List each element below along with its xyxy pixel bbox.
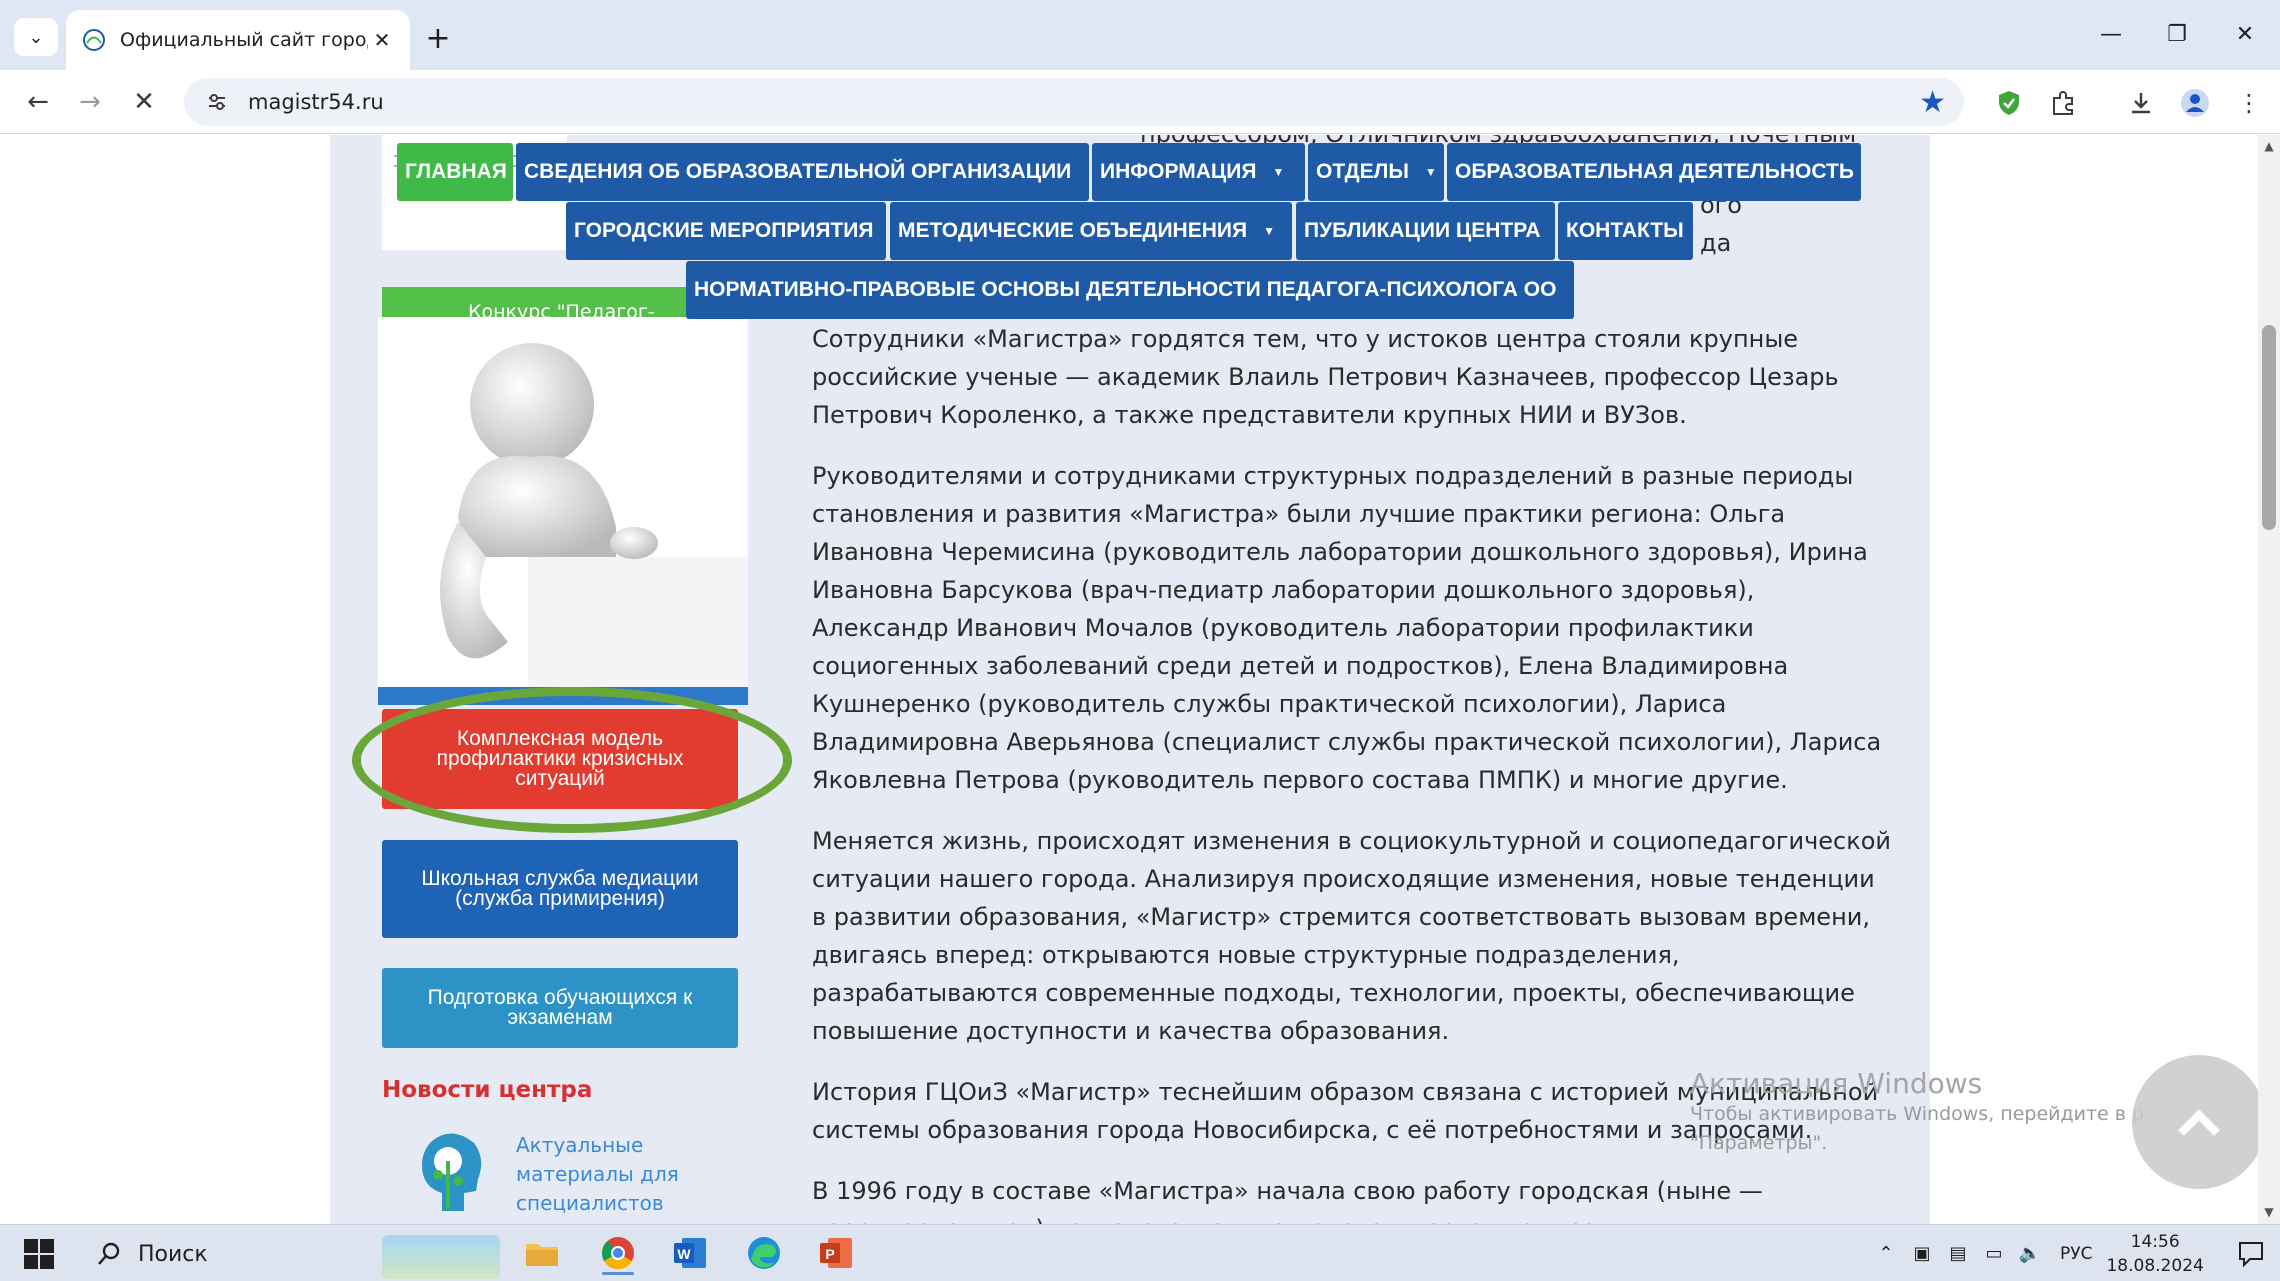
search-label: Поиск <box>138 1241 208 1267</box>
chevron-up-icon <box>2178 1109 2220 1136</box>
nav-publ[interactable]: ПУБЛИКАЦИИ ЦЕНТРА <box>1296 202 1555 260</box>
article-paragraph-2: Руководителями и сотрудниками структурны… <box>812 462 1882 794</box>
shield-extension-icon[interactable] <box>1990 84 2028 122</box>
activate-line-2: "Параметры". <box>1690 1132 1828 1154</box>
file-explorer-icon[interactable] <box>520 1231 564 1275</box>
windows-taskbar: Поиск W P ⌃ ▣ ▤ ▭ 🔈 РУС 14:56 18.08.2024 <box>0 1224 2280 1281</box>
news-link[interactable]: Актуальные материалы для специалистов <box>516 1131 716 1218</box>
scroll-up-icon[interactable]: ▲ <box>2262 139 2276 153</box>
activate-line-1: Чтобы активировать Windows, перейдите в … <box>1690 1103 2145 1125</box>
address-bar[interactable]: magistr54.ru ★ <box>184 78 1964 126</box>
article-paragraph-1: Сотрудники «Магистра» гордятся тем, что … <box>812 325 1839 429</box>
article-paragraph-3: Меняется жизнь, происходят изменения в с… <box>812 827 1892 1045</box>
browser-tab-active[interactable]: Официальный сайт городског ✕ <box>66 10 410 70</box>
word-icon[interactable]: W <box>668 1231 712 1275</box>
pointing-figure-icon <box>378 343 748 705</box>
browser-tab-bar: ⌄ Официальный сайт городског ✕ + — ❐ ✕ <box>0 0 2280 70</box>
nav-otdely[interactable]: ОТДЕЛЫ ▼ <box>1308 143 1444 201</box>
chevron-down-icon: ⌄ <box>28 26 44 48</box>
download-icon[interactable] <box>2122 84 2160 122</box>
clock-date: 18.08.2024 <box>2106 1255 2204 1276</box>
caret-down-icon: ▼ <box>1424 165 1437 179</box>
pointing-figure-illustration[interactable] <box>378 317 748 705</box>
nav-normativ-label: НОРМАТИВНО-ПРАВОВЫЕ ОСНОВЫ ДЕЯТЕЛЬНОСТИ … <box>694 278 1557 301</box>
chevron-up-icon[interactable]: ⌃ <box>1872 1240 1900 1268</box>
activate-title: Активация Windows <box>1690 1067 1983 1100</box>
tab-list-button[interactable]: ⌄ <box>14 18 58 56</box>
taskbar-clock[interactable]: 14:56 18.08.2024 <box>2106 1230 2203 1278</box>
nav-obraz[interactable]: ОБРАЗОВАТЕЛЬНАЯ ДЕЯТЕЛЬНОСТЬ <box>1447 143 1861 201</box>
nav-publ-label: ПУБЛИКАЦИИ ЦЕНТРА <box>1304 219 1541 242</box>
caret-down-icon: ▼ <box>1272 165 1285 179</box>
puzzle-icon[interactable] <box>2044 84 2082 122</box>
forward-button[interactable]: → <box>70 82 110 122</box>
exam-preparation-button[interactable]: Подготовка обучающихся к экзаменам <box>382 968 738 1048</box>
arrow-left-icon: ← <box>27 87 49 117</box>
news-section-title: Новости центра <box>382 1077 593 1103</box>
edge-icon[interactable] <box>742 1231 786 1275</box>
clock-time: 14:56 <box>2130 1231 2180 1252</box>
activate-windows-watermark: Активация Windows Чтобы активировать Win… <box>1690 1067 2144 1158</box>
nav-home[interactable]: ГЛАВНАЯ <box>397 143 513 201</box>
scroll-down-icon[interactable]: ▼ <box>2262 1205 2276 1219</box>
star-icon[interactable]: ★ <box>1919 85 1946 120</box>
taskbar-search[interactable]: Поиск <box>82 1229 502 1279</box>
site-favicon-icon <box>83 29 105 51</box>
device-icon[interactable]: ▤ <box>1944 1240 1972 1268</box>
nav-gorod[interactable]: ГОРОДСКИЕ МЕРОПРИЯТИЯ <box>566 202 886 260</box>
window-minimize-button[interactable]: — <box>2086 14 2136 54</box>
svg-text:P: P <box>825 1246 834 1262</box>
kebab-icon[interactable]: ⋮ <box>2230 84 2268 122</box>
nav-info-label: ИНФОРМАЦИЯ <box>1100 160 1257 183</box>
active-app-indicator <box>602 1272 634 1275</box>
back-button[interactable]: ← <box>18 82 58 122</box>
new-tab-button[interactable]: + <box>420 20 456 56</box>
page-scrollbar[interactable]: ▲ ▼ <box>2258 135 2280 1224</box>
nav-otdely-label: ОТДЕЛЫ <box>1316 160 1409 183</box>
nav-normativ[interactable]: НОРМАТИВНО-ПРАВОВЫЕ ОСНОВЫ ДЕЯТЕЛЬНОСТИ … <box>686 261 1574 319</box>
scroll-to-top-button[interactable] <box>2132 1055 2258 1189</box>
volume-icon[interactable]: 🔈 <box>2016 1240 2044 1268</box>
nav-metod[interactable]: МЕТОДИЧЕСКИЕ ОБЪЕДИНЕНИЯ ▼ <box>890 202 1292 260</box>
svg-text:W: W <box>677 1246 691 1262</box>
nav-obraz-label: ОБРАЗОВАТЕЛЬНАЯ ДЕЯТЕЛЬНОСТЬ <box>1455 160 1854 183</box>
nav-metod-label: МЕТОДИЧЕСКИЕ ОБЪЕДИНЕНИЯ <box>898 219 1248 242</box>
site-settings-icon[interactable] <box>202 87 232 117</box>
stop-loading-button[interactable]: ✕ <box>124 82 164 122</box>
article-paragraph-5: В 1996 году в составе «Магистра» начала … <box>812 1177 1763 1224</box>
window-close-button[interactable]: ✕ <box>2220 14 2270 54</box>
nav-gorod-label: ГОРОДСКИЕ МЕРОПРИЯТИЯ <box>574 219 874 242</box>
nav-info[interactable]: ИНФОРМАЦИЯ ▼ <box>1092 143 1305 201</box>
caret-down-icon: ▼ <box>1263 224 1275 238</box>
battery-icon[interactable]: ▭ <box>1980 1240 2008 1268</box>
notification-icon[interactable] <box>2236 1239 2266 1269</box>
system-tray: ⌃ ▣ ▤ ▭ 🔈 РУС 14:56 18.08.2024 <box>1872 1225 2266 1281</box>
input-language[interactable]: РУС <box>2060 1244 2092 1264</box>
browser-toolbar: ← → ✕ magistr54.ru ★ ⋮ <box>0 70 2280 134</box>
arrow-right-icon: → <box>79 87 101 117</box>
nav-svedeniya[interactable]: СВЕДЕНИЯ ОБ ОБРАЗОВАТЕЛЬНОЙ ОРГАНИЗАЦИИ <box>516 143 1089 201</box>
tab-close-icon[interactable]: ✕ <box>368 26 396 54</box>
nav-svedeniya-label: СВЕДЕНИЯ ОБ ОБРАЗОВАТЕЛЬНОЙ ОРГАНИЗАЦИИ <box>524 160 1072 183</box>
chrome-icon[interactable] <box>596 1231 640 1275</box>
search-icon <box>98 1242 120 1265</box>
window-restore-button[interactable]: ❐ <box>2152 14 2202 54</box>
nav-kontakty[interactable]: КОНТАКТЫ <box>1558 202 1693 260</box>
network-icon[interactable]: ▣ <box>1908 1240 1936 1268</box>
powerpoint-icon[interactable]: P <box>814 1231 858 1275</box>
windows-start-icon[interactable] <box>22 1237 56 1271</box>
page-viewport: профессором, Отличником здравоохранения,… <box>0 135 2258 1224</box>
url-text[interactable]: magistr54.ru <box>248 90 1919 114</box>
tab-title: Официальный сайт городског <box>120 29 368 51</box>
school-mediation-button[interactable]: Школьная служба медиации (служба примире… <box>382 840 738 938</box>
head-profile-icon <box>422 1133 482 1211</box>
search-highlight-image <box>382 1235 500 1279</box>
crisis-prevention-button[interactable]: Комплексная модель профилактики кризисны… <box>382 709 738 809</box>
nav-kontakty-label: КОНТАКТЫ <box>1566 219 1684 242</box>
scrollbar-thumb[interactable] <box>2262 325 2276 530</box>
nav-home-label: ГЛАВНАЯ <box>405 160 507 183</box>
article-fragment-2: да <box>1700 229 1732 257</box>
person-icon[interactable] <box>2176 84 2214 122</box>
close-icon: ✕ <box>133 87 155 117</box>
